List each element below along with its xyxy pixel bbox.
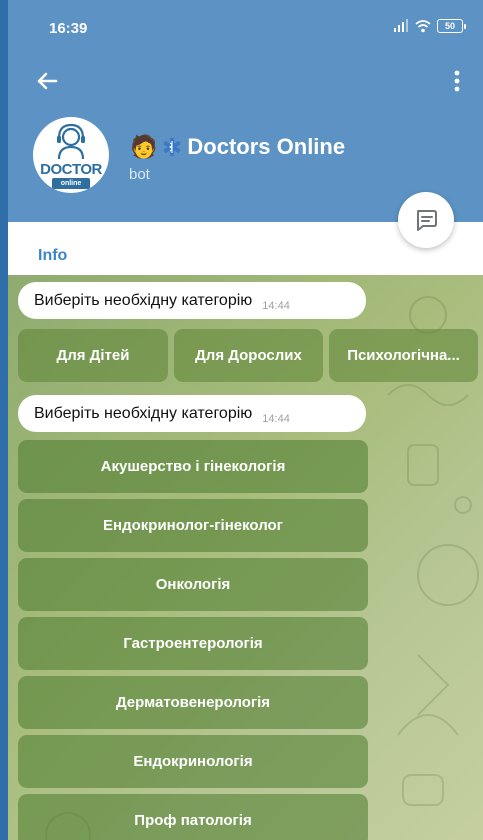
keyboard-button-adults[interactable]: Для Дорослих bbox=[174, 329, 323, 382]
message-bubble: Виберіть необхідну категорію 14:44 bbox=[18, 282, 366, 319]
screen-edge bbox=[0, 0, 8, 840]
message-time: 14:44 bbox=[262, 299, 290, 312]
tab-info[interactable]: Info bbox=[38, 247, 67, 265]
signal-icon bbox=[394, 19, 408, 32]
message-fab-button[interactable] bbox=[398, 192, 454, 248]
message-text: Виберіть необхідну категорію bbox=[34, 404, 253, 422]
back-arrow-icon[interactable] bbox=[32, 66, 62, 96]
keyboard-button-category[interactable]: Проф патологія bbox=[18, 794, 368, 840]
status-time: 16:39 bbox=[49, 20, 88, 37]
chat-subtitle: bot bbox=[129, 166, 150, 183]
medical-star-icon bbox=[163, 138, 181, 156]
avatar-logo-text: DOCTOR bbox=[40, 161, 102, 178]
chat-area: Виберіть необхідну категорію 14:44 Для Д… bbox=[8, 275, 483, 840]
keyboard-row-top: Для Дітей Для Дорослих Психологічна... bbox=[18, 329, 478, 382]
chat-title-row[interactable]: 🧑 Doctors Online bbox=[130, 134, 345, 160]
keyboard-button-category[interactable]: Гастроентерологія bbox=[18, 617, 368, 670]
keyboard-button-category[interactable]: Дерматовенерологія bbox=[18, 676, 368, 729]
message-bubble: Виберіть необхідну категорію 14:44 bbox=[18, 395, 366, 432]
chat-header: 16:39 50 DOCTOR online 🧑 Doctors Online … bbox=[8, 0, 483, 222]
battery-icon: 50 bbox=[437, 19, 466, 33]
keyboard-button-category[interactable]: Ендокринологія bbox=[18, 735, 368, 788]
keyboard-button-psychological[interactable]: Психологічна... bbox=[329, 329, 478, 382]
avatar-logo-subtext: online bbox=[52, 178, 90, 189]
keyboard-button-category[interactable]: Онкологія bbox=[18, 558, 368, 611]
message-time: 14:44 bbox=[262, 412, 290, 425]
keyboard-button-category[interactable]: Ендокринолог-гінеколог bbox=[18, 499, 368, 552]
bot-avatar[interactable]: DOCTOR online bbox=[33, 117, 109, 193]
keyboard-categories: Акушерство і гінекологія Ендокринолог-гі… bbox=[18, 440, 368, 840]
message-text: Виберіть необхідну категорію bbox=[34, 291, 253, 309]
chat-title: Doctors Online bbox=[187, 134, 346, 159]
status-bar: 16:39 50 bbox=[8, 0, 483, 44]
more-menu-icon[interactable] bbox=[445, 66, 469, 96]
message-icon bbox=[417, 210, 437, 231]
keyboard-button-children[interactable]: Для Дітей bbox=[18, 329, 168, 382]
person-emoji: 🧑 bbox=[130, 134, 158, 159]
status-icons: 50 bbox=[393, 19, 466, 33]
keyboard-button-category[interactable]: Акушерство і гінекологія bbox=[18, 440, 368, 493]
wifi-icon bbox=[415, 20, 431, 33]
